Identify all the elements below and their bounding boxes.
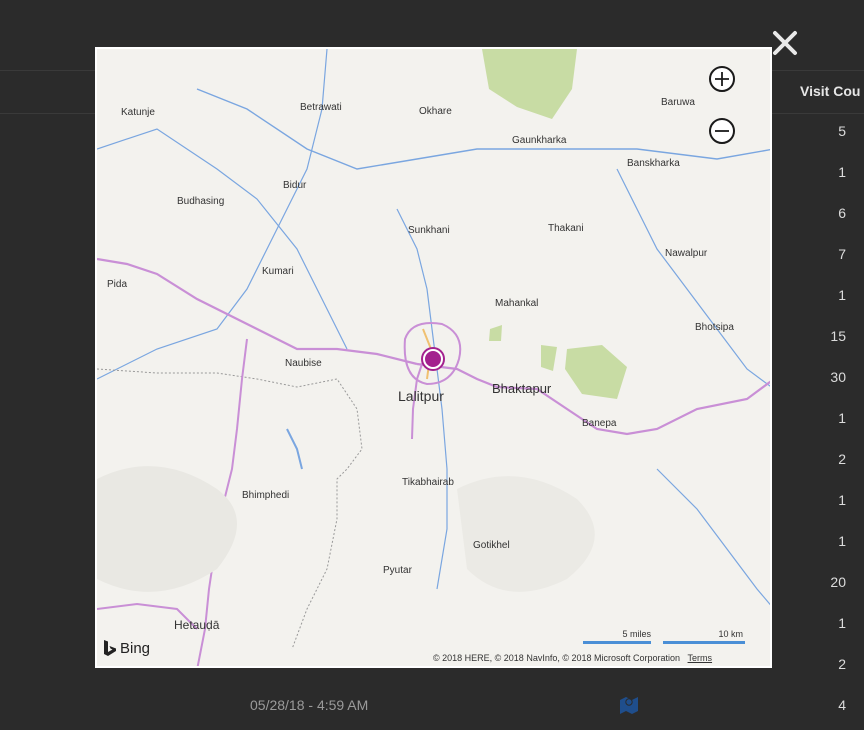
place-label: Thakani [548, 223, 584, 234]
visit-count-cell: 5 [838, 123, 846, 139]
place-label: Banepa [582, 418, 617, 429]
bing-icon [104, 640, 116, 656]
place-label: Okhare [419, 106, 452, 117]
plus-icon[interactable] [709, 66, 735, 92]
visit-count-cell: 1 [838, 410, 846, 426]
visit-count-cell: 1 [838, 492, 846, 508]
place-label: Baruwa [661, 97, 695, 108]
place-label-major: Bhaktapur [492, 381, 552, 396]
visit-count-cell: 30 [830, 369, 846, 385]
visit-count-cell: 1 [838, 164, 846, 180]
location-pin[interactable] [423, 349, 443, 369]
place-label: Mahankal [495, 298, 539, 309]
place-label: Gotikhel [473, 540, 510, 551]
close-icon[interactable] [770, 28, 800, 58]
place-label: Nawalpur [665, 248, 708, 259]
visit-date-cell: 05/28/18 - 4:59 AM [250, 697, 369, 713]
visit-count-cell: 1 [838, 287, 846, 303]
minus-icon[interactable] [709, 118, 735, 144]
scale-bar-km [663, 641, 745, 644]
visit-count-cell: 2 [838, 451, 846, 467]
visit-count-cell: 15 [830, 328, 846, 344]
place-label: Gaunkharka [512, 135, 567, 146]
bing-logo: Bing [103, 639, 150, 657]
place-label: Bhimphedi [242, 490, 290, 501]
map-modal[interactable]: Katunje Betrawati Okhare Baruwa Gaunkhar… [95, 47, 772, 668]
visit-count-cell: 1 [838, 533, 846, 549]
map-copyright: © 2018 HERE, © 2018 NavInfo, © 2018 Micr… [433, 653, 712, 663]
place-label: Katunje [121, 107, 155, 118]
place-label: Betrawati [300, 102, 342, 113]
visit-count-cell: 1 [838, 615, 846, 631]
place-label: Tikabhairab [402, 477, 454, 488]
bing-label: Bing [120, 639, 151, 657]
place-label: Bhotsipa [695, 322, 734, 333]
visit-count-cell: 7 [838, 246, 846, 262]
visit-count-cell: 6 [838, 205, 846, 221]
place-label: Budhasing [177, 196, 225, 207]
place-label: Banskharka [627, 158, 680, 169]
scale-miles-label: 5 miles [622, 629, 651, 639]
place-label: Pida [107, 279, 128, 290]
visit-count-column-header[interactable]: Visit Cou [800, 83, 860, 99]
place-label-major: Lalitpur [398, 388, 444, 404]
visit-count-cell: 20 [830, 574, 846, 590]
place-label: Kumari [262, 266, 294, 277]
visit-count-cell: 4 [838, 697, 846, 713]
copyright-text: © 2018 HERE, © 2018 NavInfo, © 2018 Micr… [433, 653, 681, 663]
place-label: Bidur [283, 180, 307, 191]
visit-count-cell: 2 [838, 656, 846, 672]
map-icon[interactable] [618, 694, 640, 716]
terms-link[interactable]: Terms [688, 653, 713, 663]
place-label: Hetauḍā [174, 618, 220, 632]
place-label: Pyutar [383, 565, 412, 576]
place-label: Naubise [285, 358, 322, 369]
scale-bar-miles [583, 641, 651, 644]
place-label: Sunkhani [408, 225, 450, 236]
scale-km-label: 10 km [718, 629, 743, 639]
